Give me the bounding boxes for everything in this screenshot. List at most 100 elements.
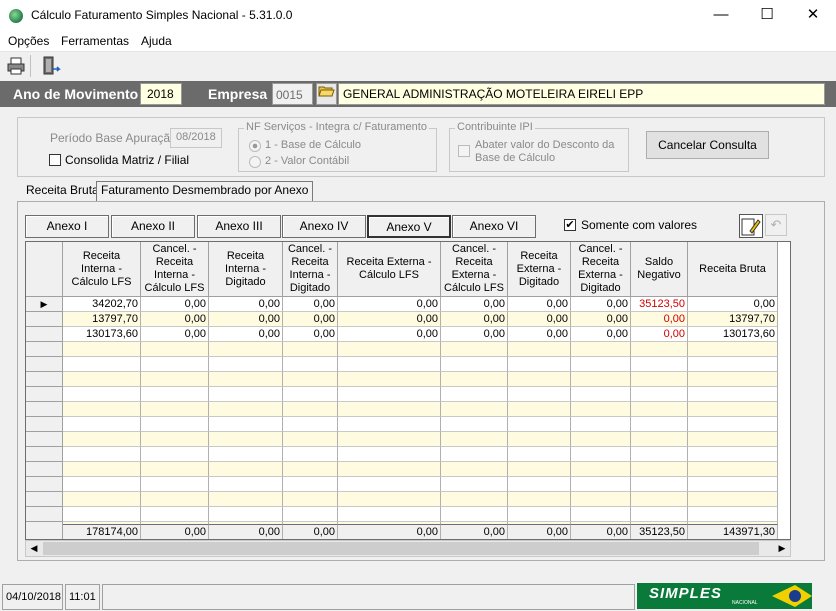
grid-cell[interactable]: 0,00 bbox=[508, 327, 571, 342]
grid-empty-cell[interactable] bbox=[688, 492, 778, 507]
row-selector[interactable] bbox=[26, 447, 63, 462]
grid-cell[interactable]: 0,00 bbox=[209, 297, 283, 312]
grid-empty-cell[interactable] bbox=[571, 402, 631, 417]
grid-empty-cell[interactable] bbox=[631, 357, 688, 372]
data-grid[interactable]: Receita Interna - Cálculo LFS Cancel. - R… bbox=[25, 241, 791, 540]
grid-cell[interactable]: 0,00 bbox=[631, 312, 688, 327]
grid-empty-cell[interactable] bbox=[571, 432, 631, 447]
grid-empty-cell[interactable] bbox=[508, 447, 571, 462]
edit-note-icon[interactable] bbox=[739, 214, 763, 238]
empresa-code-input[interactable]: 0015 bbox=[272, 83, 313, 105]
grid-cell[interactable]: 0,00 bbox=[571, 327, 631, 342]
grid-empty-cell[interactable] bbox=[141, 447, 209, 462]
grid-empty-cell[interactable] bbox=[283, 432, 338, 447]
grid-empty-cell[interactable] bbox=[508, 402, 571, 417]
column-header[interactable]: Receita Externa - Cálculo LFS bbox=[338, 242, 441, 297]
column-header[interactable]: Cancel. - Receita Interna - Cálculo LFS bbox=[141, 242, 209, 297]
column-header[interactable]: Cancel. - Receita Interna - Digitado bbox=[283, 242, 338, 297]
grid-empty-cell[interactable] bbox=[141, 492, 209, 507]
grid-cell[interactable]: 0,00 bbox=[283, 297, 338, 312]
nf-option-1-radio[interactable] bbox=[249, 140, 261, 152]
grid-cell[interactable]: 0,00 bbox=[441, 312, 508, 327]
grid-empty-cell[interactable] bbox=[63, 492, 141, 507]
grid-empty-cell[interactable] bbox=[338, 387, 441, 402]
column-header[interactable]: Receita Externa - Digitado bbox=[508, 242, 571, 297]
grid-empty-cell[interactable] bbox=[441, 342, 508, 357]
row-selector[interactable] bbox=[26, 417, 63, 432]
grid-empty-cell[interactable] bbox=[141, 402, 209, 417]
grid-empty-cell[interactable] bbox=[338, 447, 441, 462]
grid-cell[interactable]: 0,00 bbox=[141, 312, 209, 327]
grid-empty-cell[interactable] bbox=[283, 357, 338, 372]
grid-empty-cell[interactable] bbox=[571, 492, 631, 507]
grid-empty-cell[interactable] bbox=[631, 387, 688, 402]
grid-empty-cell[interactable] bbox=[283, 402, 338, 417]
grid-empty-cell[interactable] bbox=[688, 387, 778, 402]
grid-cell[interactable]: 0,00 bbox=[571, 312, 631, 327]
grid-empty-cell[interactable] bbox=[508, 387, 571, 402]
scroll-right-icon[interactable]: ▶ bbox=[774, 541, 790, 556]
scroll-thumb[interactable] bbox=[43, 542, 759, 555]
grid-empty-cell[interactable] bbox=[63, 342, 141, 357]
row-selector[interactable] bbox=[26, 372, 63, 387]
maximize-button[interactable]: ☐ bbox=[744, 0, 790, 31]
grid-cell[interactable]: 130173,60 bbox=[688, 327, 778, 342]
grid-empty-cell[interactable] bbox=[209, 507, 283, 522]
grid-empty-cell[interactable] bbox=[141, 372, 209, 387]
grid-empty-cell[interactable] bbox=[688, 477, 778, 492]
grid-empty-cell[interactable] bbox=[63, 402, 141, 417]
grid-empty-cell[interactable] bbox=[631, 447, 688, 462]
grid-cell[interactable]: 0,00 bbox=[508, 297, 571, 312]
grid-cell[interactable]: 35123,50 bbox=[631, 297, 688, 312]
grid-empty-cell[interactable] bbox=[209, 372, 283, 387]
grid-empty-cell[interactable] bbox=[283, 492, 338, 507]
periodo-input[interactable]: 08/2018 bbox=[170, 128, 222, 148]
column-header[interactable]: Receita Interna - Digitado bbox=[209, 242, 283, 297]
grid-empty-cell[interactable] bbox=[209, 387, 283, 402]
grid-empty-cell[interactable] bbox=[631, 402, 688, 417]
grid-empty-cell[interactable] bbox=[338, 342, 441, 357]
scroll-left-icon[interactable]: ◀ bbox=[26, 541, 42, 556]
row-selector[interactable] bbox=[26, 507, 63, 522]
grid-empty-cell[interactable] bbox=[141, 462, 209, 477]
grid-empty-cell[interactable] bbox=[631, 477, 688, 492]
grid-empty-cell[interactable] bbox=[688, 417, 778, 432]
grid-empty-cell[interactable] bbox=[441, 372, 508, 387]
grid-empty-cell[interactable] bbox=[508, 477, 571, 492]
grid-empty-cell[interactable] bbox=[338, 357, 441, 372]
grid-empty-cell[interactable] bbox=[571, 357, 631, 372]
grid-cell[interactable]: 0,00 bbox=[141, 297, 209, 312]
grid-empty-cell[interactable] bbox=[688, 432, 778, 447]
grid-empty-cell[interactable] bbox=[571, 447, 631, 462]
grid-cell[interactable]: 0,00 bbox=[283, 312, 338, 327]
somente-valores-checkbox[interactable]: ✔ bbox=[564, 219, 576, 231]
grid-empty-cell[interactable] bbox=[688, 462, 778, 477]
grid-cell[interactable]: 0,00 bbox=[441, 327, 508, 342]
nf-option-2-radio[interactable] bbox=[249, 156, 261, 168]
grid-empty-cell[interactable] bbox=[508, 462, 571, 477]
grid-empty-cell[interactable] bbox=[441, 477, 508, 492]
grid-empty-cell[interactable] bbox=[283, 477, 338, 492]
grid-empty-cell[interactable] bbox=[571, 372, 631, 387]
anexo-iii-button[interactable]: Anexo III bbox=[197, 215, 281, 238]
grid-cell[interactable]: 0,00 bbox=[571, 297, 631, 312]
grid-cell[interactable]: 13797,70 bbox=[688, 312, 778, 327]
ipi-abater-checkbox[interactable] bbox=[458, 145, 470, 157]
grid-cell[interactable]: 0,00 bbox=[338, 297, 441, 312]
anexo-v-button[interactable]: Anexo V bbox=[367, 215, 451, 238]
grid-empty-cell[interactable] bbox=[209, 357, 283, 372]
column-header[interactable]: Cancel. - Receita Externa - Digitado bbox=[571, 242, 631, 297]
grid-empty-cell[interactable] bbox=[631, 507, 688, 522]
grid-empty-cell[interactable] bbox=[441, 447, 508, 462]
tab-faturamento-anexo[interactable]: Faturamento Desmembrado por Anexo bbox=[96, 181, 314, 201]
column-header[interactable]: Cancel. - Receita Externa - Cálculo LFS bbox=[441, 242, 508, 297]
grid-cell[interactable]: 13797,70 bbox=[63, 312, 141, 327]
grid-cell[interactable]: 0,00 bbox=[283, 327, 338, 342]
grid-empty-cell[interactable] bbox=[283, 447, 338, 462]
grid-cell[interactable]: 0,00 bbox=[631, 327, 688, 342]
anexo-vi-button[interactable]: Anexo VI bbox=[452, 215, 536, 238]
grid-empty-cell[interactable] bbox=[508, 357, 571, 372]
grid-empty-cell[interactable] bbox=[441, 507, 508, 522]
grid-empty-cell[interactable] bbox=[688, 357, 778, 372]
grid-empty-cell[interactable] bbox=[441, 417, 508, 432]
